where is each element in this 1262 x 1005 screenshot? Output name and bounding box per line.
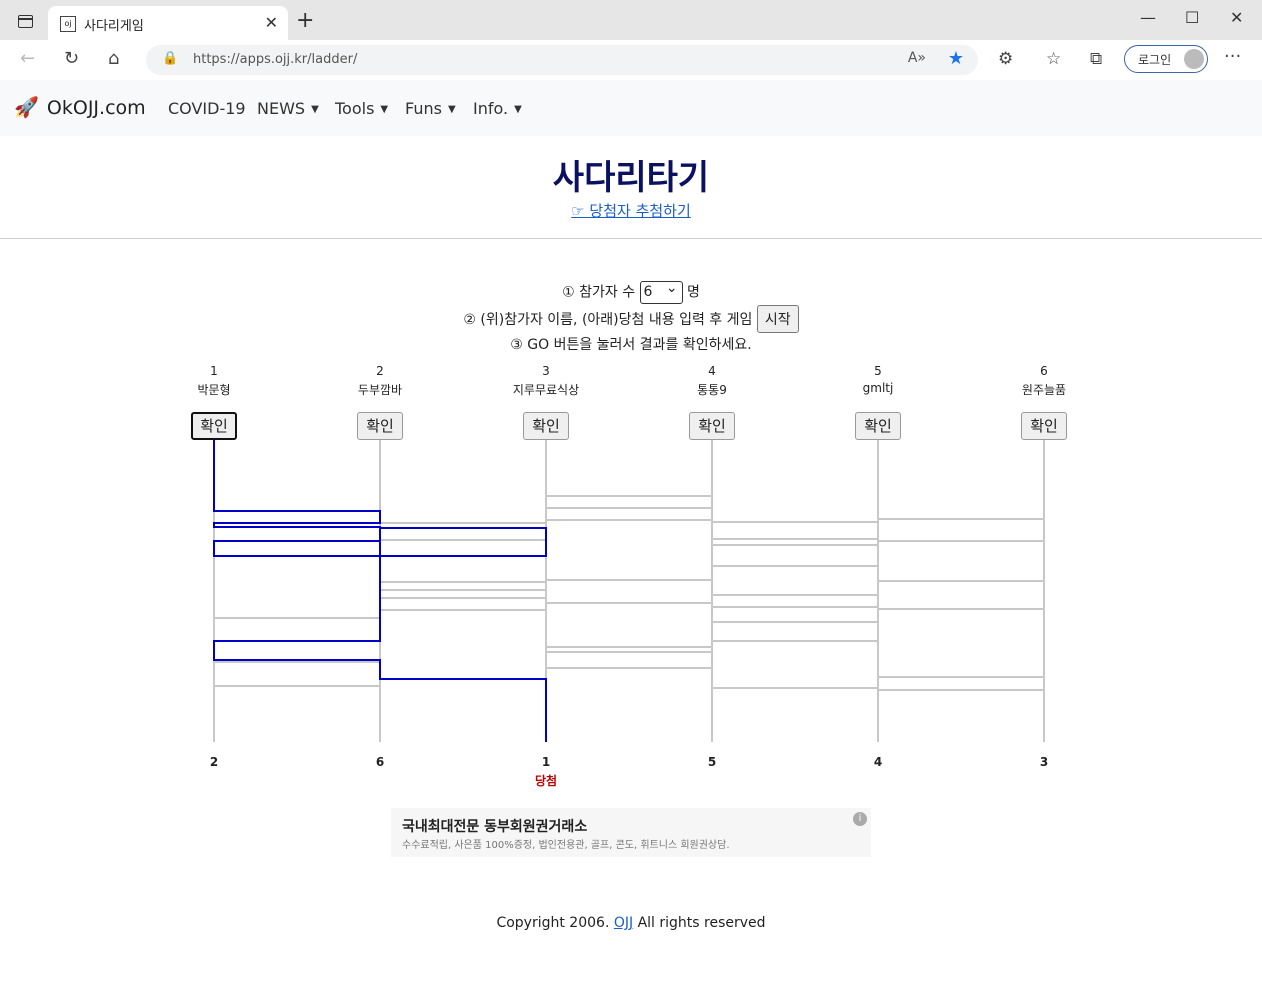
check-button-2[interactable]: 확인 — [357, 412, 403, 440]
result-value: 1 — [541, 755, 551, 769]
footer: Copyright 2006. OJJ All rights reserved — [496, 915, 766, 931]
result-value: 4 — [873, 755, 883, 769]
result-value: 2 — [209, 755, 219, 769]
result-value: 6 — [375, 755, 385, 769]
result-value: 5 — [707, 755, 717, 769]
ad-info-icon[interactable]: i — [853, 812, 867, 826]
winner-label: 당첨 — [534, 774, 558, 788]
check-button-6[interactable]: 확인 — [1021, 412, 1067, 440]
check-button-3[interactable]: 확인 — [523, 412, 569, 440]
check-button-4[interactable]: 확인 — [689, 412, 735, 440]
check-button-5[interactable]: 확인 — [855, 412, 901, 440]
ad-title[interactable]: 국내최대전문 동부회원권거래소 — [402, 816, 587, 836]
check-button-1[interactable]: 확인 — [191, 412, 237, 440]
ad-banner[interactable]: 국내최대전문 동부회원권거래소 수수료적립, 사은품 100%증정, 법인전용관… — [391, 808, 871, 857]
footer-link[interactable]: OJJ — [614, 915, 633, 931]
result-value: 3 — [1039, 755, 1049, 769]
ad-description[interactable]: 수수료적립, 사은품 100%증정, 법인전용관, 골프, 콘도, 휘트니스 회… — [402, 836, 730, 851]
